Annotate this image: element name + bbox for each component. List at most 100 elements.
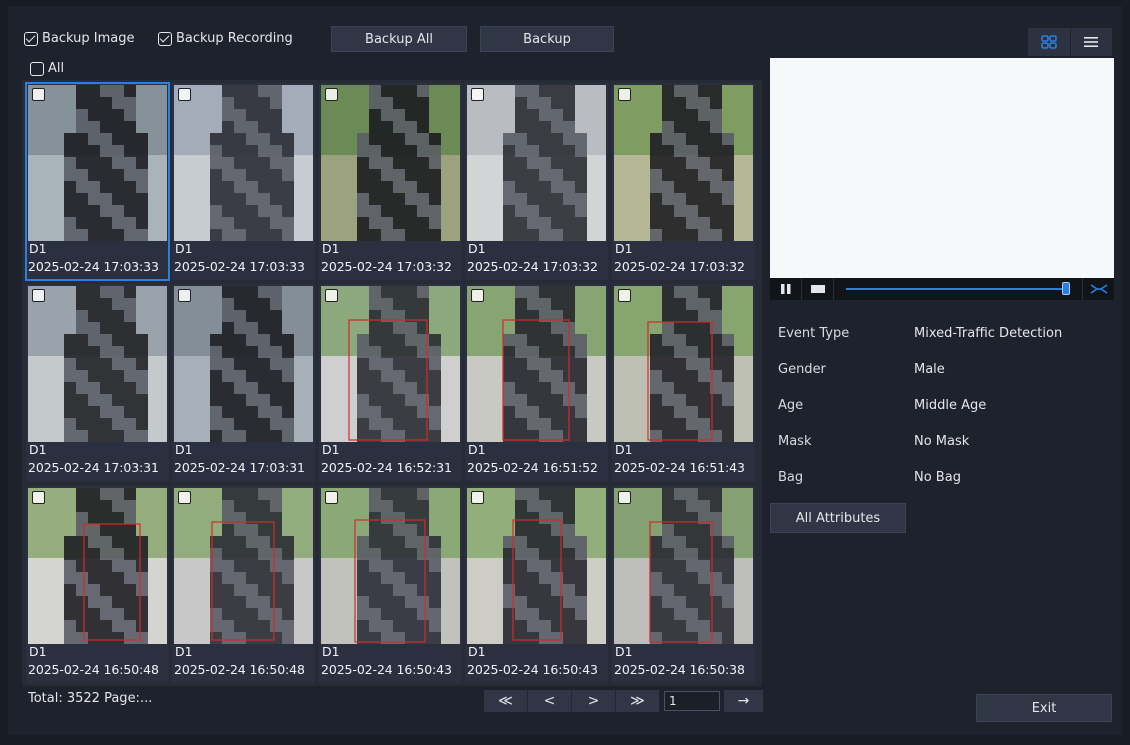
thumbnail-checkbox[interactable] [32, 289, 45, 302]
thumbnail-checkbox[interactable] [178, 491, 191, 504]
list-view-icon[interactable] [1071, 28, 1113, 56]
channel-label: D1 [175, 241, 193, 256]
capture-timestamp: 2025-02-24 16:50:48 [28, 662, 159, 677]
thumbnail-checkbox[interactable] [325, 88, 338, 101]
capture-timestamp: 2025-02-24 16:51:52 [467, 460, 598, 475]
backup-button[interactable]: Backup [480, 26, 614, 52]
thumbnail-image[interactable] [614, 85, 753, 241]
view-mode-toggle [1028, 28, 1112, 56]
all-attributes-button[interactable]: All Attributes [770, 503, 906, 533]
channel-label: D1 [29, 241, 47, 256]
last-page-button[interactable]: ≫ [616, 690, 660, 712]
go-page-button[interactable]: → [724, 690, 764, 712]
attribute-row: Mask No Mask [778, 434, 1108, 470]
thumbnail-card[interactable]: D1 2025-02-24 16:50:43 [319, 486, 462, 683]
video-preview[interactable] [770, 58, 1114, 278]
thumbnail-card[interactable]: D1 2025-02-24 17:03:31 [26, 284, 169, 481]
total-count: Total: 3522 Page:... [28, 691, 153, 706]
attribute-key: Event Type [778, 326, 850, 341]
thumbnail-image[interactable] [174, 85, 313, 241]
select-all-checkbox[interactable]: All [30, 61, 64, 76]
thumbnail-card[interactable]: D1 2025-02-24 17:03:33 [172, 83, 315, 280]
thumbnail-image[interactable] [614, 488, 753, 644]
first-page-button[interactable]: ≪ [484, 690, 528, 712]
backup-recording-checkbox[interactable]: Backup Recording [158, 31, 293, 46]
thumbnail-card[interactable]: D1 2025-02-24 16:52:31 [319, 284, 462, 481]
grid-view-icon[interactable] [1028, 28, 1071, 56]
thumbnail-card[interactable]: D1 2025-02-24 16:50:48 [172, 486, 315, 683]
capture-timestamp: 2025-02-24 16:50:48 [174, 662, 305, 677]
capture-timestamp: 2025-02-24 16:52:31 [321, 460, 452, 475]
thumbnail-checkbox[interactable] [471, 289, 484, 302]
thumbnail-image[interactable] [467, 85, 606, 241]
capture-timestamp: 2025-02-24 16:50:43 [321, 662, 452, 677]
playback-slider[interactable] [840, 278, 1076, 300]
thumbnail-card[interactable]: D1 2025-02-24 16:51:52 [465, 284, 608, 481]
prev-page-button[interactable]: < [528, 690, 572, 712]
channel-label: D1 [468, 241, 486, 256]
attribute-value: No Mask [914, 434, 970, 449]
channel-label: D1 [29, 644, 47, 659]
thumbnail-checkbox[interactable] [325, 289, 338, 302]
thumbnail-checkbox[interactable] [471, 491, 484, 504]
checkbox-icon [158, 31, 172, 46]
thumbnail-image[interactable] [321, 286, 460, 442]
next-page-button[interactable]: > [572, 690, 616, 712]
capture-timestamp: 2025-02-24 17:03:32 [614, 259, 745, 274]
thumbnail-image[interactable] [614, 286, 753, 442]
pause-icon[interactable] [770, 278, 802, 300]
channel-label: D1 [615, 644, 633, 659]
thumbnail-card[interactable]: D1 2025-02-24 17:03:31 [172, 284, 315, 481]
thumbnail-card[interactable]: D1 2025-02-24 17:03:32 [612, 83, 755, 280]
thumbnail-image[interactable] [174, 286, 313, 442]
attribute-key: Gender [778, 362, 826, 377]
thumbnail-checkbox[interactable] [32, 491, 45, 504]
thumbnail-card[interactable]: D1 2025-02-24 17:03:32 [465, 83, 608, 280]
channel-label: D1 [175, 442, 193, 457]
thumbnail-card[interactable]: D1 2025-02-24 16:50:38 [612, 486, 755, 683]
slider-track [846, 288, 1062, 290]
slider-handle[interactable] [1062, 282, 1070, 295]
page-number-input[interactable] [664, 691, 720, 711]
backup-all-button[interactable]: Backup All [331, 26, 467, 52]
pagination: ≪ < > ≫ → [484, 690, 764, 712]
thumbnail-image[interactable] [467, 488, 606, 644]
thumbnail-checkbox[interactable] [32, 88, 45, 101]
thumbnail-checkbox[interactable] [471, 88, 484, 101]
capture-timestamp: 2025-02-24 16:51:43 [614, 460, 745, 475]
stop-icon[interactable] [802, 278, 834, 300]
thumbnail-image[interactable] [174, 488, 313, 644]
thumbnail-checkbox[interactable] [178, 88, 191, 101]
thumbnail-card[interactable]: D1 2025-02-24 16:51:43 [612, 284, 755, 481]
exit-button[interactable]: Exit [976, 694, 1112, 722]
thumbnail-card[interactable]: D1 2025-02-24 16:50:48 [26, 486, 169, 683]
backup-image-checkbox[interactable]: Backup Image [24, 31, 135, 46]
thumbnail-card[interactable]: D1 2025-02-24 16:50:43 [465, 486, 608, 683]
attribute-key: Age [778, 398, 804, 413]
attribute-row: Gender Male [778, 362, 1108, 398]
capture-timestamp: 2025-02-24 17:03:31 [28, 460, 159, 475]
thumbnail-image[interactable] [321, 488, 460, 644]
thumbnail-checkbox[interactable] [618, 491, 631, 504]
thumbnail-checkbox[interactable] [618, 289, 631, 302]
thumbnail-image[interactable] [467, 286, 606, 442]
fullscreen-icon[interactable] [1082, 278, 1114, 300]
capture-timestamp: 2025-02-24 17:03:33 [174, 259, 305, 274]
thumbnail-image[interactable] [28, 488, 167, 644]
channel-label: D1 [468, 442, 486, 457]
thumbnail-checkbox[interactable] [325, 491, 338, 504]
thumbnail-checkbox[interactable] [618, 88, 631, 101]
backup-recording-label: Backup Recording [176, 31, 293, 46]
thumbnail-card[interactable]: D1 2025-02-24 17:03:33 [25, 82, 170, 281]
channel-label: D1 [29, 442, 47, 457]
thumbnail-image[interactable] [321, 85, 460, 241]
select-all-label: All [48, 61, 65, 76]
channel-label: D1 [322, 442, 340, 457]
playback-controls [770, 278, 1114, 300]
channel-label: D1 [468, 644, 486, 659]
thumbnail-checkbox[interactable] [178, 289, 191, 302]
thumbnail-image[interactable] [28, 85, 167, 241]
thumbnail-card[interactable]: D1 2025-02-24 17:03:32 [319, 83, 462, 280]
thumbnail-image[interactable] [28, 286, 167, 442]
capture-timestamp: 2025-02-24 17:03:32 [321, 259, 452, 274]
